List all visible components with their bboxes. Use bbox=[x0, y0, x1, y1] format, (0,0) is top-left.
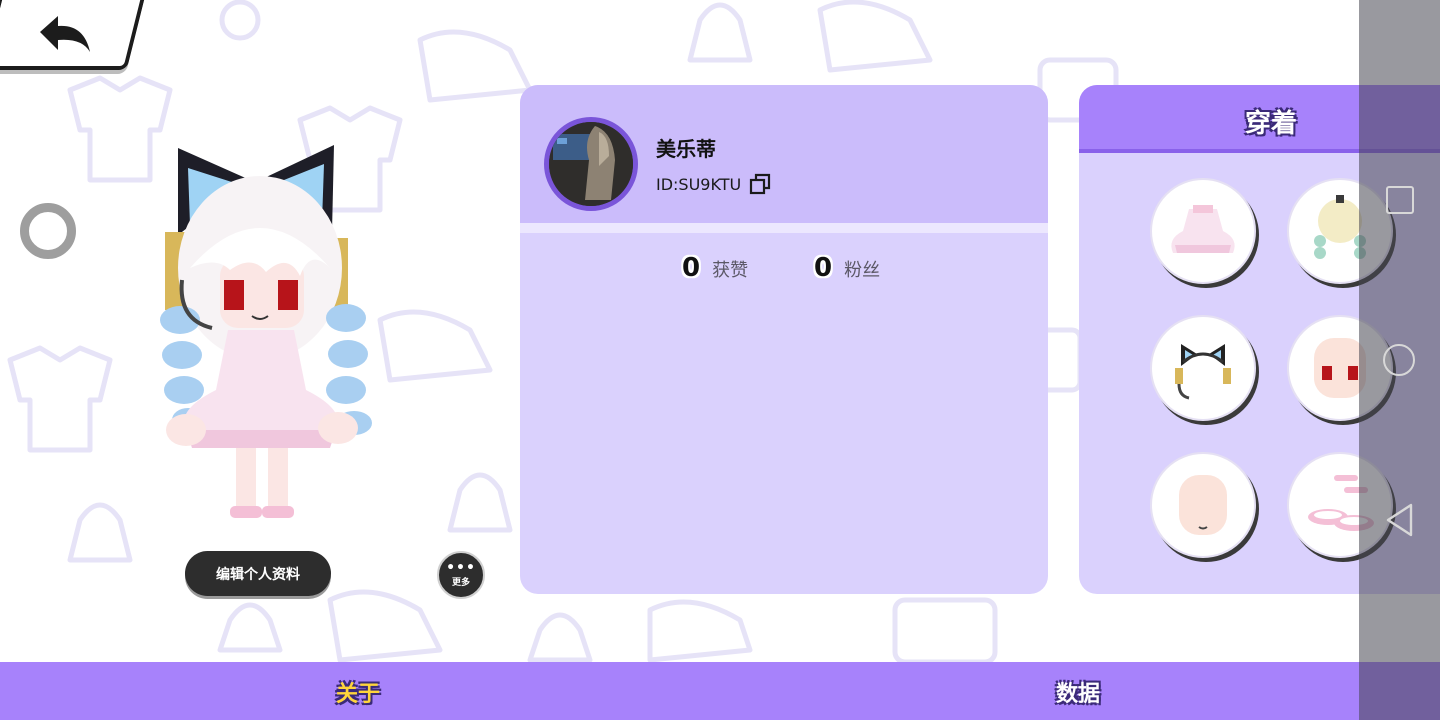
copy-icon[interactable] bbox=[749, 173, 771, 195]
outfit-item-head[interactable] bbox=[1150, 452, 1256, 558]
recent-apps-icon[interactable] bbox=[1386, 186, 1414, 214]
nav-back-icon[interactable] bbox=[1385, 503, 1415, 537]
profile-avatar[interactable] bbox=[544, 117, 638, 211]
edit-profile-button[interactable]: 编辑个人资料 bbox=[185, 551, 331, 596]
outfit-item-dress[interactable] bbox=[1150, 178, 1256, 284]
more-button[interactable]: ••• 更多 bbox=[437, 551, 485, 599]
back-arrow-icon bbox=[40, 16, 90, 52]
edit-profile-label: 编辑个人资料 bbox=[216, 566, 300, 583]
stat-fans[interactable]: 0 粉丝 bbox=[814, 253, 880, 283]
home-icon[interactable] bbox=[1383, 344, 1415, 376]
stat-likes-label: 获赞 bbox=[712, 260, 749, 281]
tab-data[interactable]: 数据 bbox=[1056, 676, 1100, 708]
bottom-tab-bar: 关于 数据 bbox=[0, 662, 1440, 720]
character-avatar-figure bbox=[160, 145, 372, 518]
stat-likes-value: 0 bbox=[682, 253, 701, 283]
avatar-photo-icon bbox=[549, 122, 633, 206]
dress-icon bbox=[1171, 205, 1235, 253]
profile-nickname: 美乐蒂 bbox=[656, 137, 716, 161]
tab-about[interactable]: 关于 bbox=[336, 676, 380, 708]
more-dots-icon: ••• bbox=[446, 559, 476, 576]
profile-id: ID:SU9KTU bbox=[656, 174, 742, 194]
stat-likes: 0 获赞 bbox=[682, 253, 748, 283]
outfit-item-headset[interactable] bbox=[1150, 315, 1256, 421]
stat-fans-label: 粉丝 bbox=[844, 260, 881, 281]
profile-card: 美乐蒂 ID:SU9KTU 0 获赞 0 粉丝 bbox=[520, 85, 1048, 594]
floating-ring-icon[interactable] bbox=[20, 203, 76, 259]
system-nav-bar bbox=[1359, 0, 1440, 720]
profile-id-row: ID:SU9KTU bbox=[656, 173, 771, 195]
cat-ear-headset-icon bbox=[1175, 344, 1231, 400]
head-icon bbox=[1179, 475, 1227, 535]
stat-fans-value: 0 bbox=[814, 253, 833, 283]
outfit-title: 穿着 bbox=[1245, 109, 1298, 139]
more-label: 更多 bbox=[451, 577, 470, 588]
profile-divider bbox=[520, 223, 1048, 233]
